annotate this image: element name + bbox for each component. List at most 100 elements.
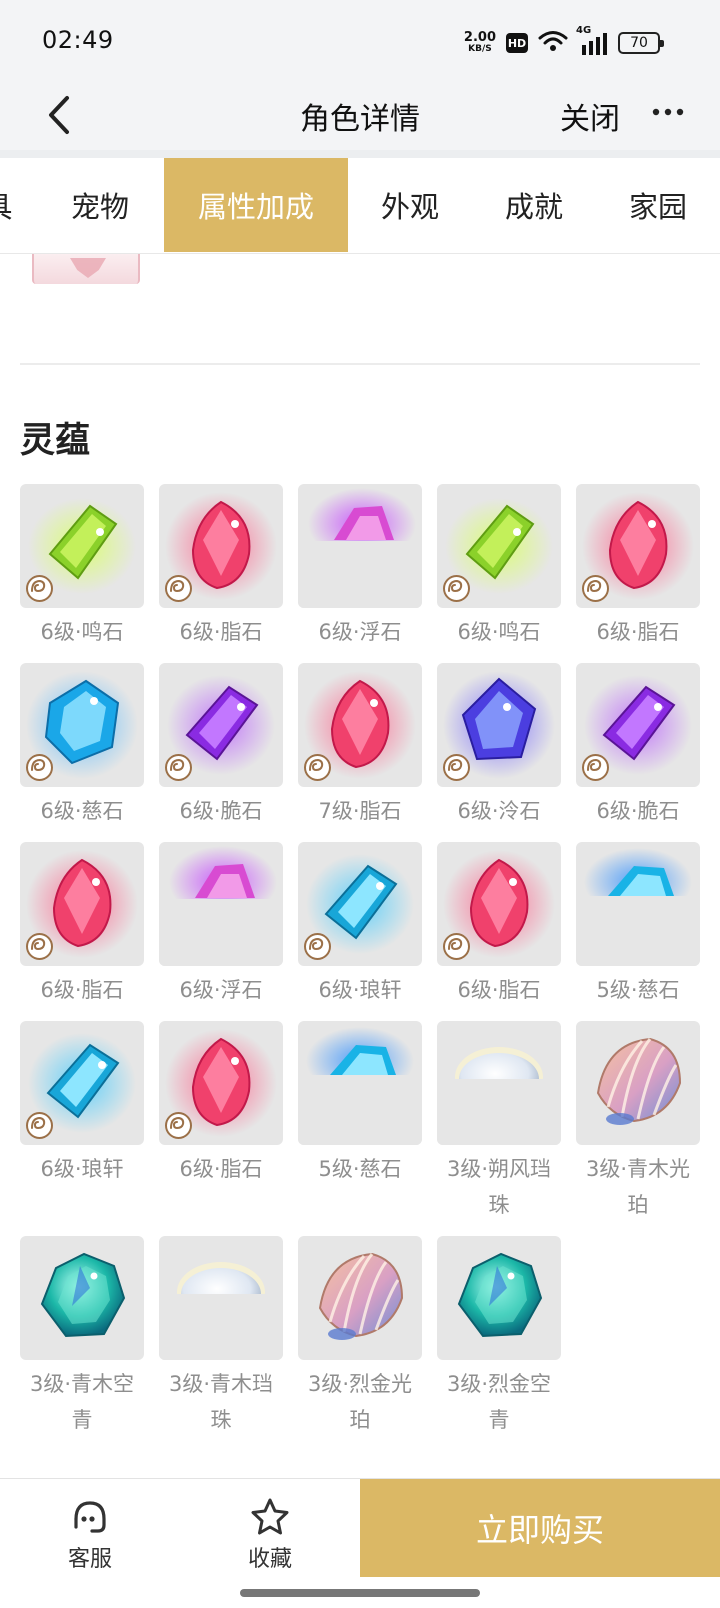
- gem-label: 6级·浮石: [179, 978, 263, 1002]
- favorite-label: 收藏: [247, 1547, 292, 1572]
- gem-label: 6级·鸣石: [40, 620, 124, 644]
- teal-gem-image: [437, 1236, 561, 1360]
- gem-item[interactable]: 6级·浮石: [159, 842, 283, 1008]
- gem-label: 6级·浮石: [318, 620, 402, 644]
- bond-badge-icon: [170, 758, 185, 772]
- home-indicator: [240, 1589, 480, 1597]
- gem-label: 6级·泠石: [457, 799, 541, 823]
- green-crystal-image: [20, 484, 144, 608]
- status-bar: 02:49 2.00 KB/S HD 4G 70: [0, 0, 720, 80]
- pink-gem-image: [576, 484, 700, 608]
- bond-badge-icon: [448, 579, 463, 593]
- gem-label: 3级·青木空青: [29, 1372, 135, 1432]
- wifi-icon: [538, 29, 568, 57]
- gem-item[interactable]: 6级·泠石: [437, 663, 561, 829]
- tab-appearance[interactable]: 外观: [350, 158, 470, 252]
- gem-item[interactable]: 6级·浮石: [298, 484, 422, 650]
- gem-item[interactable]: 7级·脂石: [298, 663, 422, 829]
- header-separator: [0, 150, 720, 158]
- section-divider: [20, 363, 700, 365]
- tab-item[interactable]: 具: [0, 158, 18, 252]
- gem-badge: [304, 754, 331, 781]
- customer-service-label: 客服: [67, 1547, 112, 1572]
- cyan-crystal-image: [20, 1021, 144, 1145]
- net-speed-value: 2.00: [463, 30, 496, 45]
- gem-label: 6级·琅轩: [40, 1157, 124, 1181]
- gem-item[interactable]: 6级·慈石: [20, 663, 144, 829]
- gem-item[interactable]: 3级·青木空青: [20, 1236, 144, 1438]
- violet-gem-image: [437, 663, 561, 787]
- favorite-button[interactable]: 收藏: [210, 1497, 330, 1577]
- bond-badge-icon: [587, 579, 602, 593]
- gem-label: 6级·慈石: [40, 799, 124, 823]
- gem-label: 3级·烈金空青: [446, 1372, 552, 1432]
- tab-achievements[interactable]: 成就: [474, 158, 594, 252]
- gem-label: 7级·脂石: [318, 799, 402, 823]
- close-button[interactable]: 关闭: [560, 94, 620, 138]
- gem-item[interactable]: 6级·鸣石: [20, 484, 144, 650]
- signal-icon: 4G: [576, 25, 608, 55]
- pink-gem-image: [159, 484, 283, 608]
- gem-label: 3级·青木光珀: [585, 1157, 691, 1217]
- gem-item[interactable]: 6级·脂石: [159, 484, 283, 650]
- tab-homestead[interactable]: 家园: [598, 158, 718, 252]
- tab-bar: 具 宠物 属性加成 外观 成就 家园: [0, 158, 720, 254]
- status-time: 02:49: [42, 26, 114, 54]
- bond-badge-icon: [587, 758, 602, 772]
- gem-badge: [26, 575, 53, 602]
- section-title: 灵蕴: [20, 421, 91, 461]
- gem-item[interactable]: 3级·烈金光珀: [298, 1236, 422, 1438]
- bond-badge-icon: [31, 579, 46, 593]
- tab-pets[interactable]: 宠物: [40, 158, 160, 252]
- pink-gem-image: [298, 663, 422, 787]
- customer-service-button[interactable]: 客服: [30, 1497, 150, 1577]
- gem-item[interactable]: 6级·琅轩: [298, 842, 422, 1008]
- gem-item[interactable]: 6级·鸣石: [437, 484, 561, 650]
- bond-badge-icon: [448, 758, 463, 772]
- gem-label: 5级·慈石: [596, 978, 680, 1002]
- gem-item[interactable]: 5级·慈石: [298, 1021, 422, 1187]
- tab-attribute-bonus[interactable]: 属性加成: [164, 158, 348, 252]
- buy-now-button[interactable]: 立即购买: [360, 1479, 720, 1577]
- pink-gem-image: [20, 842, 144, 966]
- gem-item[interactable]: 6级·脂石: [576, 484, 700, 650]
- blue-partial-image: [576, 842, 700, 966]
- net-speed-indicator: 2.00 KB/S: [463, 30, 496, 54]
- gem-badge: [443, 754, 470, 781]
- bottom-action-bar: 客服 收藏 立即购买: [0, 1478, 720, 1608]
- bond-badge-icon: [309, 937, 324, 951]
- gem-item[interactable]: 6级·脆石: [576, 663, 700, 829]
- bond-badge-icon: [31, 1116, 46, 1130]
- gem-item[interactable]: 6级·琅轩: [20, 1021, 144, 1187]
- gem-label: 6级·脂石: [457, 978, 541, 1002]
- pink-gem-image: [159, 1021, 283, 1145]
- teal-gem-image: [20, 1236, 144, 1360]
- gem-item[interactable]: 6级·脂石: [159, 1021, 283, 1187]
- gem-label: 6级·琅轩: [318, 978, 402, 1002]
- gem-badge: [165, 754, 192, 781]
- pearl-image: [437, 1021, 561, 1145]
- net-speed-unit: KB/S: [468, 44, 492, 54]
- more-dots-icon: [652, 108, 684, 116]
- gem-badge: [26, 933, 53, 960]
- blue-gem-image: [20, 663, 144, 787]
- back-button[interactable]: [34, 90, 84, 140]
- battery-level: 70: [630, 35, 648, 51]
- gem-item[interactable]: 3级·朔风珰珠: [437, 1021, 561, 1223]
- gem-label: 6级·脆石: [596, 799, 680, 823]
- gem-item[interactable]: 3级·青木光珀: [576, 1021, 700, 1223]
- gem-item[interactable]: 6级·脂石: [437, 842, 561, 1008]
- bond-badge-icon: [448, 937, 463, 951]
- gem-item[interactable]: 3级·青木珰珠: [159, 1236, 283, 1438]
- gem-label: 6级·鸣石: [457, 620, 541, 644]
- gem-badge: [582, 754, 609, 781]
- gem-item[interactable]: 3级·烈金空青: [437, 1236, 561, 1438]
- green-crystal-image: [437, 484, 561, 608]
- purple-partial-image: [298, 484, 422, 608]
- more-button[interactable]: [648, 92, 688, 132]
- gem-badge: [165, 1112, 192, 1139]
- gem-item[interactable]: 6级·脂石: [20, 842, 144, 1008]
- gem-item[interactable]: 6级·脆石: [159, 663, 283, 829]
- status-icons: 2.00 KB/S HD 4G 70: [463, 25, 664, 58]
- gem-item[interactable]: 5级·慈石: [576, 842, 700, 1008]
